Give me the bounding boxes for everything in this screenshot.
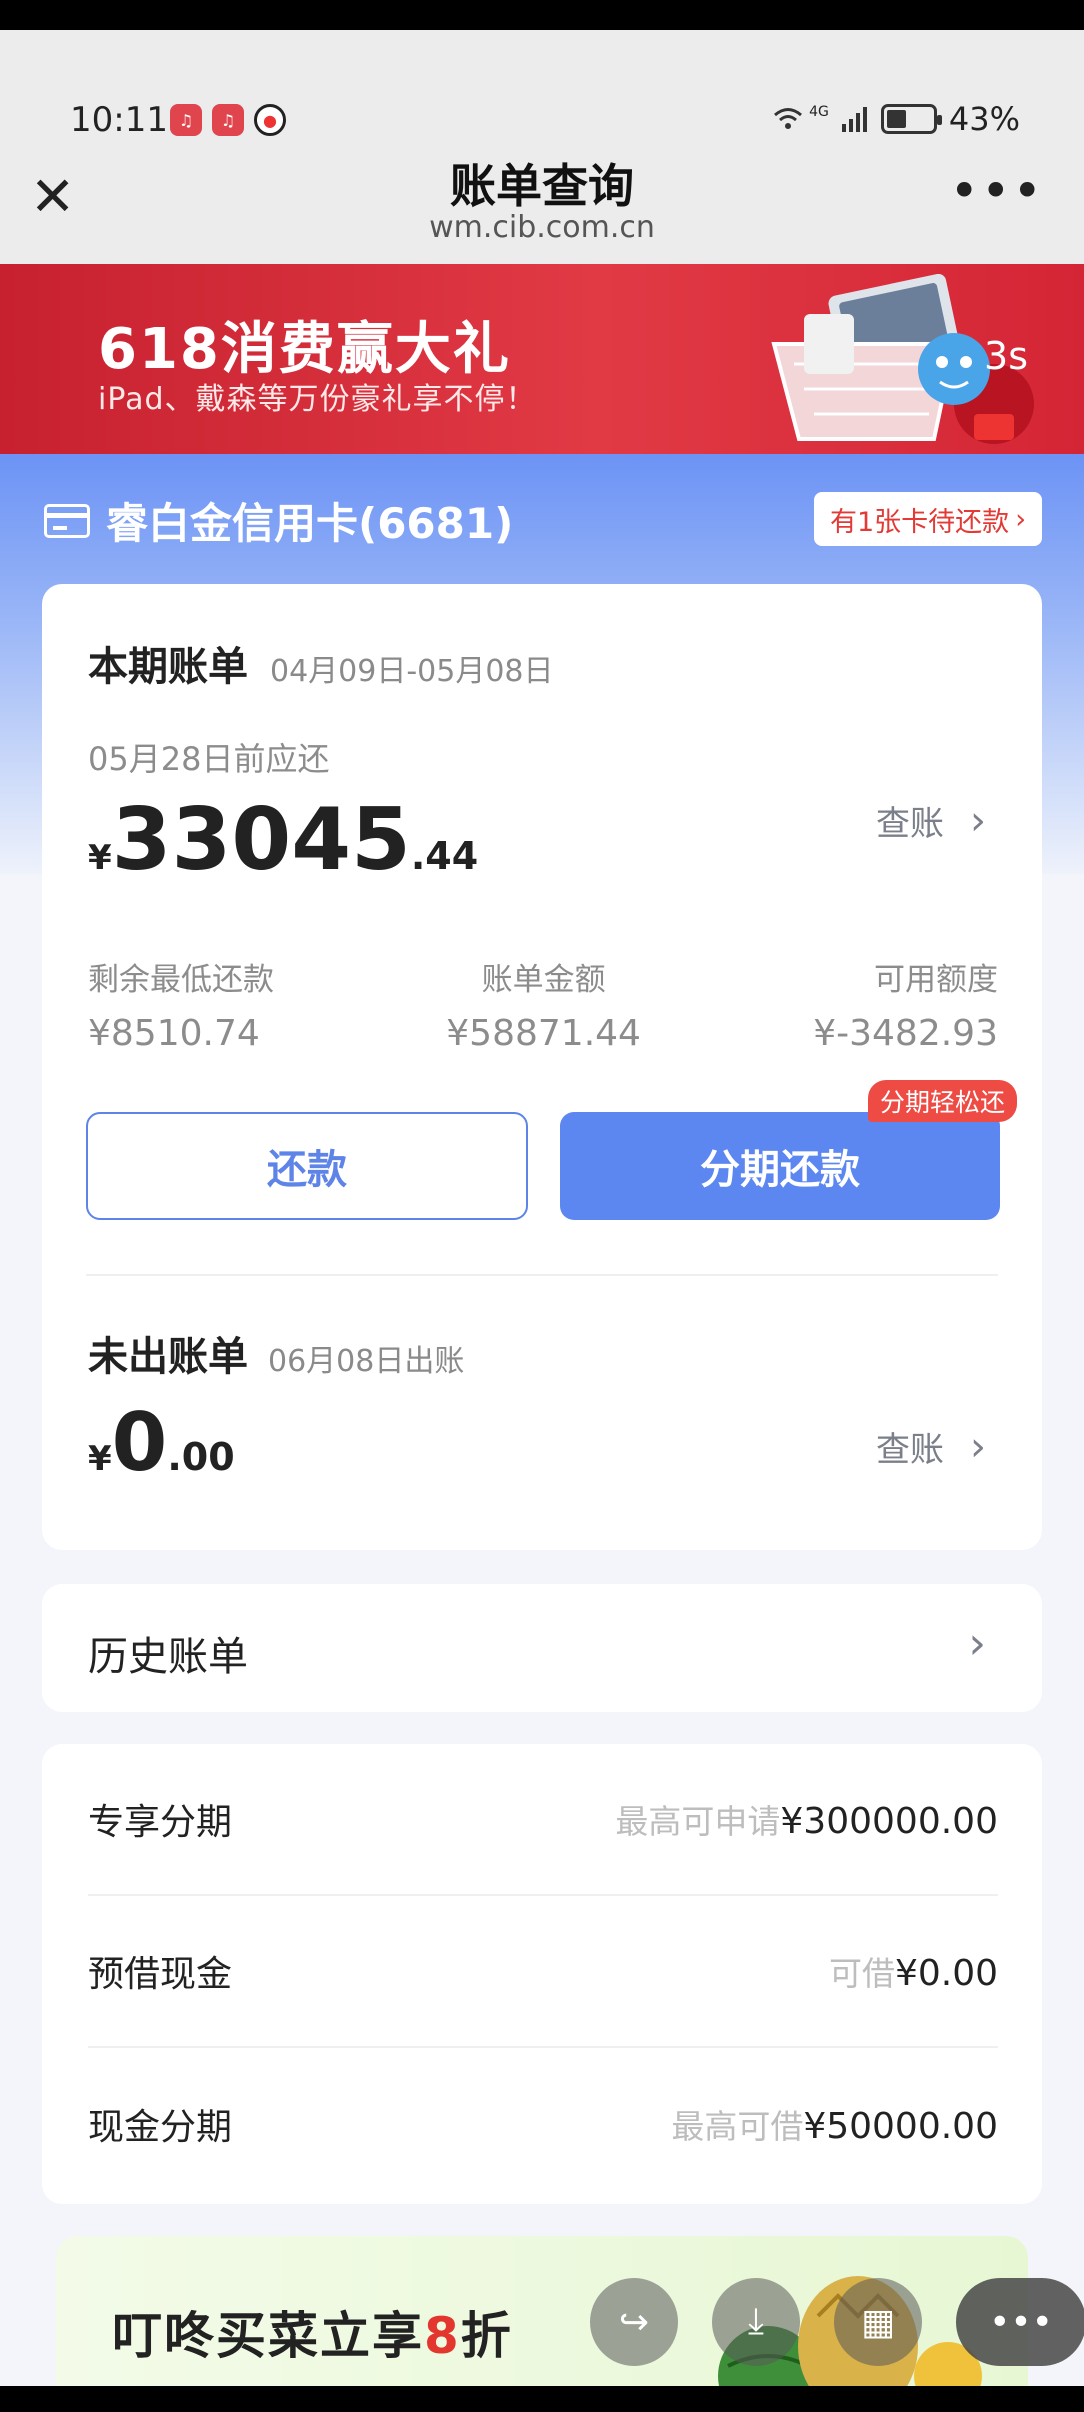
status-time: 10:11 <box>70 100 168 140</box>
service-amount: ¥0.00 <box>894 1953 998 1994</box>
app-notification-icon: ● <box>254 104 286 136</box>
status-indicators: 4G 43% <box>773 100 1020 138</box>
service-row-cash-installment[interactable]: 现金分期 最高可借¥50000.00 <box>88 2048 998 2200</box>
check-unbilled-link[interactable]: 查账 › <box>876 1422 986 1471</box>
history-bill-row[interactable]: 历史账单 › <box>42 1584 1042 1712</box>
promo-text-after: 折 <box>460 2307 513 2365</box>
service-value: 可借¥0.00 <box>829 1947 998 1995</box>
chevron-right-icon: › <box>970 797 986 844</box>
service-value: 最高可申请¥300000.00 <box>615 1795 998 1843</box>
banner-subtitle: iPad、戴森等万份豪礼享不停！ <box>98 382 537 417</box>
service-label: 预借现金 <box>88 1954 233 1995</box>
stat-value: ¥8510.74 <box>88 1013 260 1054</box>
unbilled-date: 06月08日出账 <box>268 1344 465 1379</box>
current-bill-period: 04月09日-05月08日 <box>270 654 554 689</box>
top-black-bar <box>0 0 1084 30</box>
check-bill-link[interactable]: 查账 › <box>876 796 986 845</box>
app-notification-icon: ♫ <box>212 104 244 136</box>
currency-symbol: ¥ <box>88 838 112 878</box>
stat-label: 剩余最低还款 <box>88 962 274 998</box>
credit-card-icon <box>44 503 90 538</box>
service-row-exclusive-installment[interactable]: 专享分期 最高可申请¥300000.00 <box>88 1744 998 1896</box>
chevron-right-icon: › <box>968 1618 986 1669</box>
history-bill-label: 历史账单 <box>88 1634 248 1680</box>
service-value-prefix: 可借 <box>828 1954 895 1993</box>
unbilled-title: 未出账单 <box>88 1334 248 1380</box>
banner-title: 618消费赢大礼 <box>98 317 511 382</box>
service-value-prefix: 最高可借 <box>671 2107 804 2146</box>
promo-text-before: 叮咚买菜立享 <box>112 2307 424 2365</box>
installment-repay-button[interactable]: 分期还款 <box>560 1112 1000 1220</box>
service-label: 现金分期 <box>88 2107 233 2148</box>
service-row-cash-advance[interactable]: 预借现金 可借¥0.00 <box>88 1896 998 2048</box>
share-icon[interactable]: ↪ <box>590 2278 678 2366</box>
wifi-icon <box>774 108 803 129</box>
stat-value: ¥58871.44 <box>446 1013 641 1054</box>
check-bill-label: 查账 <box>876 804 944 844</box>
stat-label: 可用额度 <box>873 962 998 998</box>
amount-integer: 0 <box>111 1396 168 1489</box>
notification-icons: ♫ ♫ ● <box>170 104 286 136</box>
due-date-text: 05月28日前应还 <box>88 740 330 778</box>
signal-icon <box>841 107 867 132</box>
unbilled-amount: ¥ 0 .00 <box>88 1396 235 1489</box>
stat-value: ¥-3482.93 <box>813 1013 998 1054</box>
page-title: 账单查询 <box>450 159 634 213</box>
service-label: 专享分期 <box>88 1802 233 1843</box>
card-name[interactable]: 睿白金信用卡(6681) <box>44 490 513 551</box>
status-bar: 10:11 ♫ ♫ ● 4G 43% <box>0 30 1084 155</box>
installment-badge: 分期轻松还 <box>868 1080 1018 1122</box>
service-value: 最高可借¥50000.00 <box>671 2100 998 2148</box>
service-amount: ¥300000.00 <box>780 1801 998 1842</box>
current-bill-title: 本期账单 <box>88 644 248 690</box>
current-bill-amount: ¥ 33045 .44 <box>88 790 478 890</box>
battery-icon <box>880 104 942 134</box>
service-value-prefix: 最高可申请 <box>615 1802 781 1841</box>
repay-button[interactable]: 还款 <box>86 1112 528 1220</box>
service-amount: ¥50000.00 <box>803 2106 998 2147</box>
amount-decimal: .00 <box>167 1435 235 1479</box>
download-icon[interactable]: ⤓ <box>712 2278 800 2366</box>
promo-banner[interactable]: 618消费赢大礼 iPad、戴森等万份豪礼享不停！ 3s <box>0 264 1084 454</box>
chevron-right-icon: › <box>1015 503 1026 535</box>
stat-available-credit: 可用额度 ¥-3482.93 <box>813 954 998 1054</box>
check-bill-label: 查账 <box>876 1430 944 1470</box>
promo-text: 叮咚买菜立享8折 <box>112 2296 513 2368</box>
current-bill-card: 本期账单 04月09日-05月08日 05月28日前应还 ¥ 33045 .44… <box>42 584 1042 1550</box>
chevron-right-icon: › <box>970 1423 986 1470</box>
battery-fill <box>886 110 906 128</box>
grid-icon[interactable]: ▦ <box>834 2278 922 2366</box>
services-list: 专享分期 最高可申请¥300000.00 预借现金 可借¥0.00 现金分期 最… <box>42 1744 1042 2204</box>
stat-bill-amount: 账单金额 ¥58871.44 <box>446 954 641 1054</box>
divider <box>86 1274 998 1276</box>
floating-action-bar: ↪ ⤓ ▦ ••• <box>590 2278 1084 2366</box>
stat-label: 账单金额 <box>481 962 606 998</box>
promo-highlight: 8 <box>424 2307 461 2365</box>
bottom-black-bar <box>0 2386 1084 2412</box>
more-icon[interactable]: ••• <box>956 2278 1084 2366</box>
banner-countdown: 3s <box>984 334 1028 378</box>
stat-min-repay: 剩余最低还款 ¥8510.74 <box>88 954 274 1054</box>
pending-repayment-label: 有1张卡待还款 <box>830 506 1010 538</box>
app-notification-icon: ♫ <box>170 104 202 136</box>
bill-stats: 剩余最低还款 ¥8510.74 账单金额 ¥58871.44 可用额度 ¥-34… <box>88 954 998 1054</box>
amount-integer: 33045 <box>111 790 411 890</box>
nav-bar: ✕ 账单查询 wm.cib.com.cn ••• <box>0 140 1084 264</box>
pending-repayment-button[interactable]: 有1张卡待还款 › <box>814 492 1042 546</box>
network-type: 4G <box>809 104 829 120</box>
currency-symbol: ¥ <box>88 1439 112 1479</box>
battery-percent: 43% <box>948 100 1020 138</box>
page-url: wm.cib.com.cn <box>429 210 655 245</box>
amount-decimal: .44 <box>410 834 479 878</box>
card-name-label: 睿白金信用卡(6681) <box>106 499 514 548</box>
more-icon[interactable]: ••• <box>950 162 1044 220</box>
